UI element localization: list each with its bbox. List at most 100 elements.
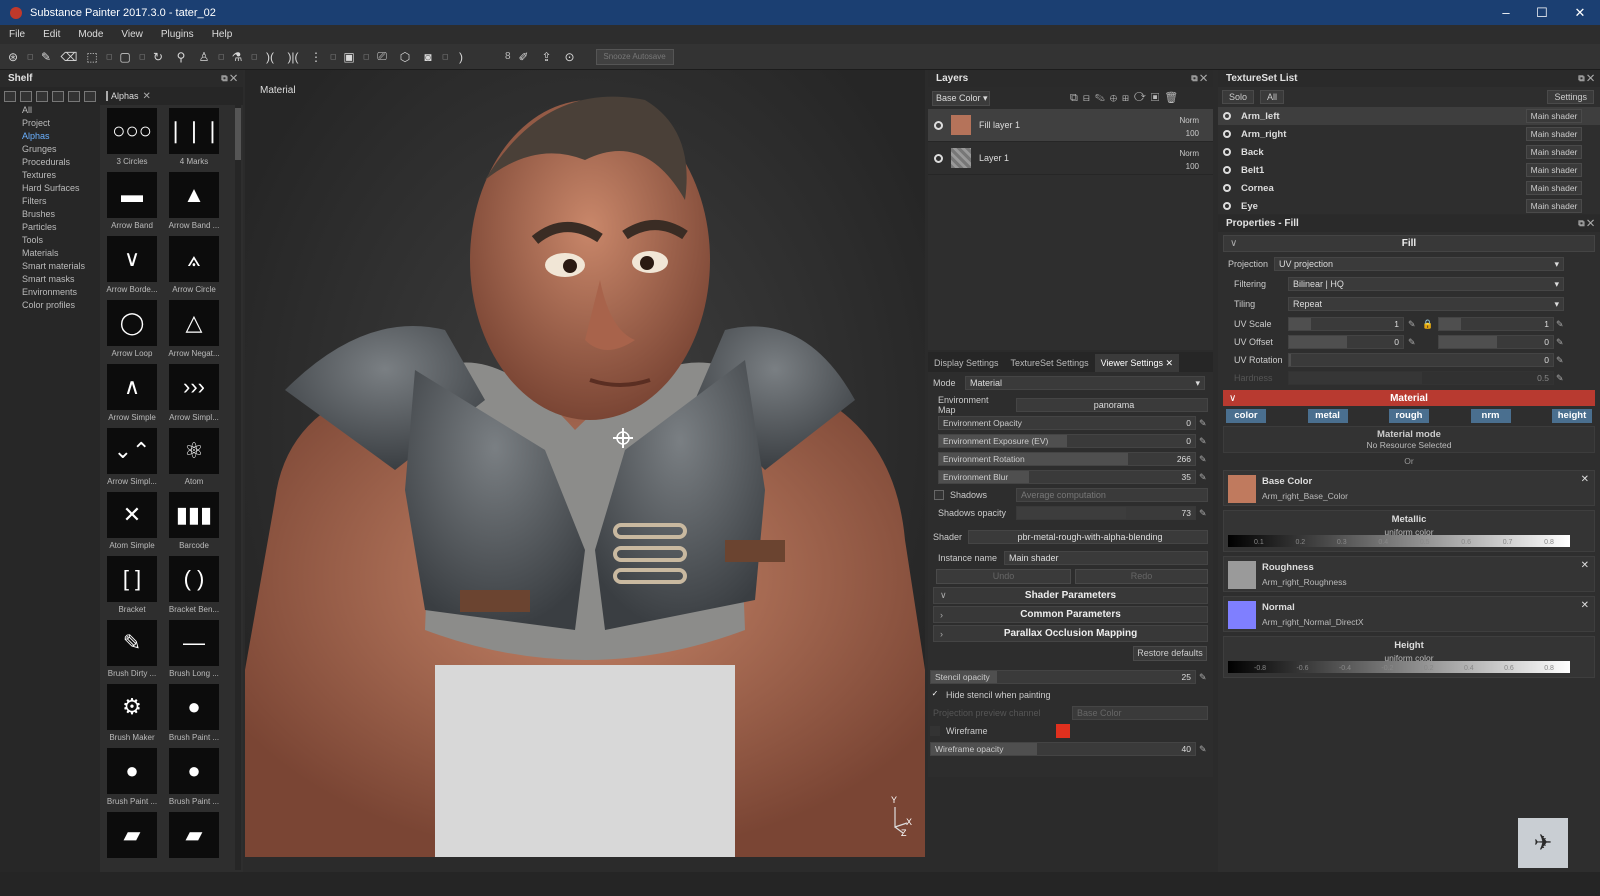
textureset-row[interactable]: Arm_right Main shader <box>1218 125 1600 143</box>
new-folder-icon[interactable] <box>4 90 16 102</box>
list-view-icon[interactable] <box>36 90 48 102</box>
normal-channel[interactable]: Normal Arm_right_Normal_DirectX ✕ <box>1223 596 1595 632</box>
shelf-thumbnail[interactable]: ● Brush Paint ... <box>166 748 222 812</box>
base-color-channel[interactable]: Base Color Arm_right_Base_Color ✕ <box>1223 470 1595 506</box>
edit-pen-icon[interactable]: ✎ <box>1408 337 1416 348</box>
shelf-thumbnail[interactable]: ● Brush Paint ... <box>166 684 222 748</box>
menu-plugins[interactable]: Plugins <box>152 29 203 40</box>
shelf-thumbnail[interactable]: ∧ Arrow Simple <box>104 364 160 428</box>
common-parameters-section[interactable]: › Common Parameters <box>933 606 1208 623</box>
remove-icon[interactable]: ✕ <box>1581 474 1589 485</box>
category-brushes[interactable]: Brushes <box>0 208 100 221</box>
uv-rotation-slider[interactable]: 0 <box>1288 353 1554 367</box>
env-slider[interactable]: Environment Rotation 266 <box>938 452 1196 466</box>
uv-offset-slider-v[interactable]: 0 <box>1438 335 1554 349</box>
substance-icon[interactable]: ⊛ <box>4 48 22 66</box>
shelf-thumbnail[interactable]: ▬ Arrow Band <box>104 172 160 236</box>
cube-icon[interactable]: ⬡ <box>396 48 414 66</box>
hardness-slider[interactable]: 0.5 <box>1288 371 1554 385</box>
menu-edit[interactable]: Edit <box>34 29 69 40</box>
env-slider[interactable]: Environment Opacity 0 <box>938 416 1196 430</box>
edit-pen-icon[interactable]: ✎ <box>1199 418 1207 429</box>
polygon-fill-icon[interactable]: ▢ <box>116 48 134 66</box>
edit-pen-icon[interactable]: ✎ <box>1556 373 1564 384</box>
shelf-filter-tag[interactable]: Alphas <box>106 91 139 101</box>
material-section[interactable]: ∨ Material <box>1223 390 1595 406</box>
menu-help[interactable]: Help <box>203 29 242 40</box>
mode-dropdown[interactable]: Material ▾ <box>965 376 1205 390</box>
shelf-thumbnail[interactable]: ( ) Bracket Ben... <box>166 556 222 620</box>
smudge-icon[interactable]: ↻ <box>149 48 167 66</box>
uv-scale-slider-v[interactable]: 1 <box>1438 317 1554 331</box>
projection-dropdown[interactable]: UV projection ▾ <box>1274 257 1564 271</box>
shadows-computation-dropdown[interactable]: Average computation <box>1016 488 1208 502</box>
projection-icon[interactable]: ⬚ <box>83 48 101 66</box>
lock-icon[interactable]: 🔒 <box>1422 319 1433 330</box>
visibility-eye-icon[interactable] <box>1223 166 1231 174</box>
edit-pen-icon[interactable]: ✎ <box>1199 508 1207 519</box>
panel-float-close-icon[interactable]: ⧉ ✕ <box>221 73 237 84</box>
shelf-scrollbar[interactable] <box>235 104 241 870</box>
shelf-thumbnail[interactable]: ● Brush Paint ... <box>104 748 160 812</box>
shelf-thumbnail[interactable]: ○○○ 3 Circles <box>104 108 160 172</box>
shelf-thumbnail[interactable]: ⟑ Arrow Circle <box>166 236 222 300</box>
edit-pen-icon[interactable]: ✎ <box>1556 319 1564 330</box>
category-hard-surfaces[interactable]: Hard Surfaces <box>0 182 100 195</box>
import-icon[interactable] <box>20 90 32 102</box>
edit-pen-icon[interactable]: ✎ <box>1199 744 1207 755</box>
edit-pen-icon[interactable]: ✎ <box>1408 319 1416 330</box>
category-alphas[interactable]: Alphas <box>0 130 100 143</box>
shelf-thumbnail[interactable]: ▮▮▮ Barcode <box>166 492 222 556</box>
toggle-nrm[interactable]: nrm <box>1470 409 1511 423</box>
clone-icon[interactable]: ⚲ <box>172 48 190 66</box>
redo-button[interactable]: Redo <box>1075 568 1208 584</box>
category-environments[interactable]: Environments <box>0 286 100 299</box>
shelf-thumbnail[interactable]: ◯ Arrow Loop <box>104 300 160 364</box>
remove-icon[interactable]: ✕ <box>1581 600 1589 611</box>
restore-defaults-button[interactable]: Restore defaults <box>1133 645 1207 661</box>
env-map-selector[interactable]: panorama <box>1016 398 1208 412</box>
metallic-channel[interactable]: Metallic uniform color 0.1 0.2 0.3 0.4 0.5 0.… <box>1223 510 1595 552</box>
toggle-metal[interactable]: metal <box>1307 409 1348 423</box>
stamp-icon[interactable]: ♙ <box>195 48 213 66</box>
lazy-mouse-icon[interactable]: ⋮ <box>307 48 325 66</box>
edit-pen-icon[interactable]: ✎ <box>1556 337 1564 348</box>
uv-view-icon[interactable]: ▣ <box>340 48 358 66</box>
visibility-eye-icon[interactable] <box>1223 130 1231 138</box>
tab-display-settings[interactable]: Display Settings <box>928 354 1005 372</box>
layer-blend-info[interactable]: Norm 100 <box>1179 147 1199 173</box>
category-materials[interactable]: Materials <box>0 247 100 260</box>
shelf-thumbnail[interactable]: ⚛ Atom <box>166 428 222 492</box>
shelf-thumbnail[interactable]: [ ] Bracket <box>104 556 160 620</box>
parallax-section[interactable]: › Parallax Occlusion Mapping <box>933 625 1208 642</box>
category-textures[interactable]: Textures <box>0 169 100 182</box>
edit-pen-icon[interactable]: ✎ <box>1556 355 1564 366</box>
textureset-row[interactable]: Arm_left Main shader <box>1218 107 1600 125</box>
layer-blend-info[interactable]: Norm 100 <box>1179 114 1199 140</box>
instance-name-input[interactable]: Main shader <box>1004 551 1208 565</box>
toggle-rough[interactable]: rough <box>1389 409 1429 423</box>
minimize-button[interactable]: – <box>1488 0 1524 25</box>
camera-icon[interactable]: ⎚ <box>373 48 391 66</box>
layer-row-layer-1[interactable]: Layer 1 Norm 100 <box>928 142 1213 175</box>
shadows-opacity-slider[interactable]: 73 <box>1016 506 1196 520</box>
shelf-thumbnail[interactable]: ››› Arrow Simpl... <box>166 364 222 428</box>
shelf-thumbnail[interactable]: ❘❘❘ 4 Marks <box>166 108 222 172</box>
panel-float-close-icon[interactable]: ⧉ ✕ <box>1578 73 1594 84</box>
shelf-thumbnail[interactable]: ✎ Brush Dirty ... <box>104 620 160 684</box>
iray-icon[interactable]: ⊙ <box>561 48 579 66</box>
category-smart-materials[interactable]: Smart materials <box>0 260 100 273</box>
tab-textureset-settings[interactable]: TextureSet Settings <box>1005 354 1095 372</box>
visibility-eye-icon[interactable] <box>934 153 943 163</box>
wireframe-color-swatch[interactable] <box>1056 724 1070 738</box>
visibility-eye-icon[interactable] <box>1223 202 1231 210</box>
picker-icon[interactable]: ⚗ <box>228 48 246 66</box>
shelf-thumbnail[interactable]: — Brush Long ... <box>166 620 222 684</box>
toggle-color[interactable]: color <box>1226 409 1266 423</box>
tab-viewer-settings[interactable]: Viewer Settings ✕ <box>1094 354 1180 372</box>
scroll-thumb[interactable] <box>235 108 241 160</box>
close-tab-icon[interactable]: ✕ <box>1165 358 1173 368</box>
export-icon[interactable]: ⇪ <box>538 48 556 66</box>
category-tools[interactable]: Tools <box>0 234 100 247</box>
clear-filter-icon[interactable]: ✕ <box>143 91 151 102</box>
